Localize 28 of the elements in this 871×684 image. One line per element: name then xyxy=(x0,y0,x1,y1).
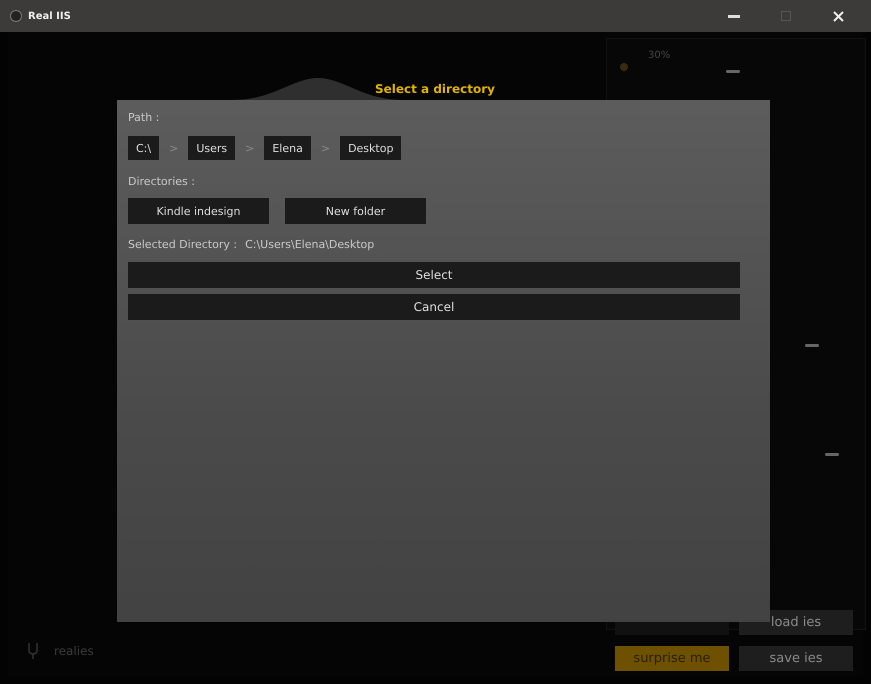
slider-handle[interactable] xyxy=(805,344,819,347)
path-segment-button[interactable]: Users xyxy=(188,136,236,160)
select-button[interactable]: Select xyxy=(128,262,740,288)
separator-glyph: > xyxy=(320,142,330,154)
slider-handle[interactable] xyxy=(825,453,839,456)
meter-reading: 30% xyxy=(648,50,670,61)
tuning-fork-icon xyxy=(26,642,40,660)
close-icon[interactable] xyxy=(832,10,844,22)
directories-label: Directories : xyxy=(128,174,196,190)
path-segment-button[interactable]: Desktop xyxy=(340,136,402,160)
directory-button[interactable]: New folder xyxy=(285,198,426,224)
path-segment-button[interactable]: C:\ xyxy=(128,136,160,160)
cancel-button[interactable]: Cancel xyxy=(128,294,740,320)
app-logo-icon xyxy=(10,10,22,22)
separator-glyph: > xyxy=(169,142,178,154)
separator-glyph: > xyxy=(245,142,254,154)
preset-button[interactable]: save ies xyxy=(739,646,853,671)
window-title: Real IIS xyxy=(28,10,72,22)
minimize-icon[interactable] xyxy=(728,14,740,18)
directory-button[interactable]: Kindle indesign xyxy=(128,198,269,224)
dialog-title: Select a directory xyxy=(375,82,495,96)
selected-directory-label: Selected Directory : xyxy=(128,237,238,253)
maximize-icon[interactable] xyxy=(781,11,791,21)
selected-directory-value: C:\Users\Elena\Desktop xyxy=(245,237,374,253)
slider-handle[interactable] xyxy=(726,70,740,73)
path-segment-button[interactable]: Elena xyxy=(264,136,311,160)
knob-icon[interactable] xyxy=(619,62,629,72)
path-label: Path : xyxy=(128,110,160,126)
